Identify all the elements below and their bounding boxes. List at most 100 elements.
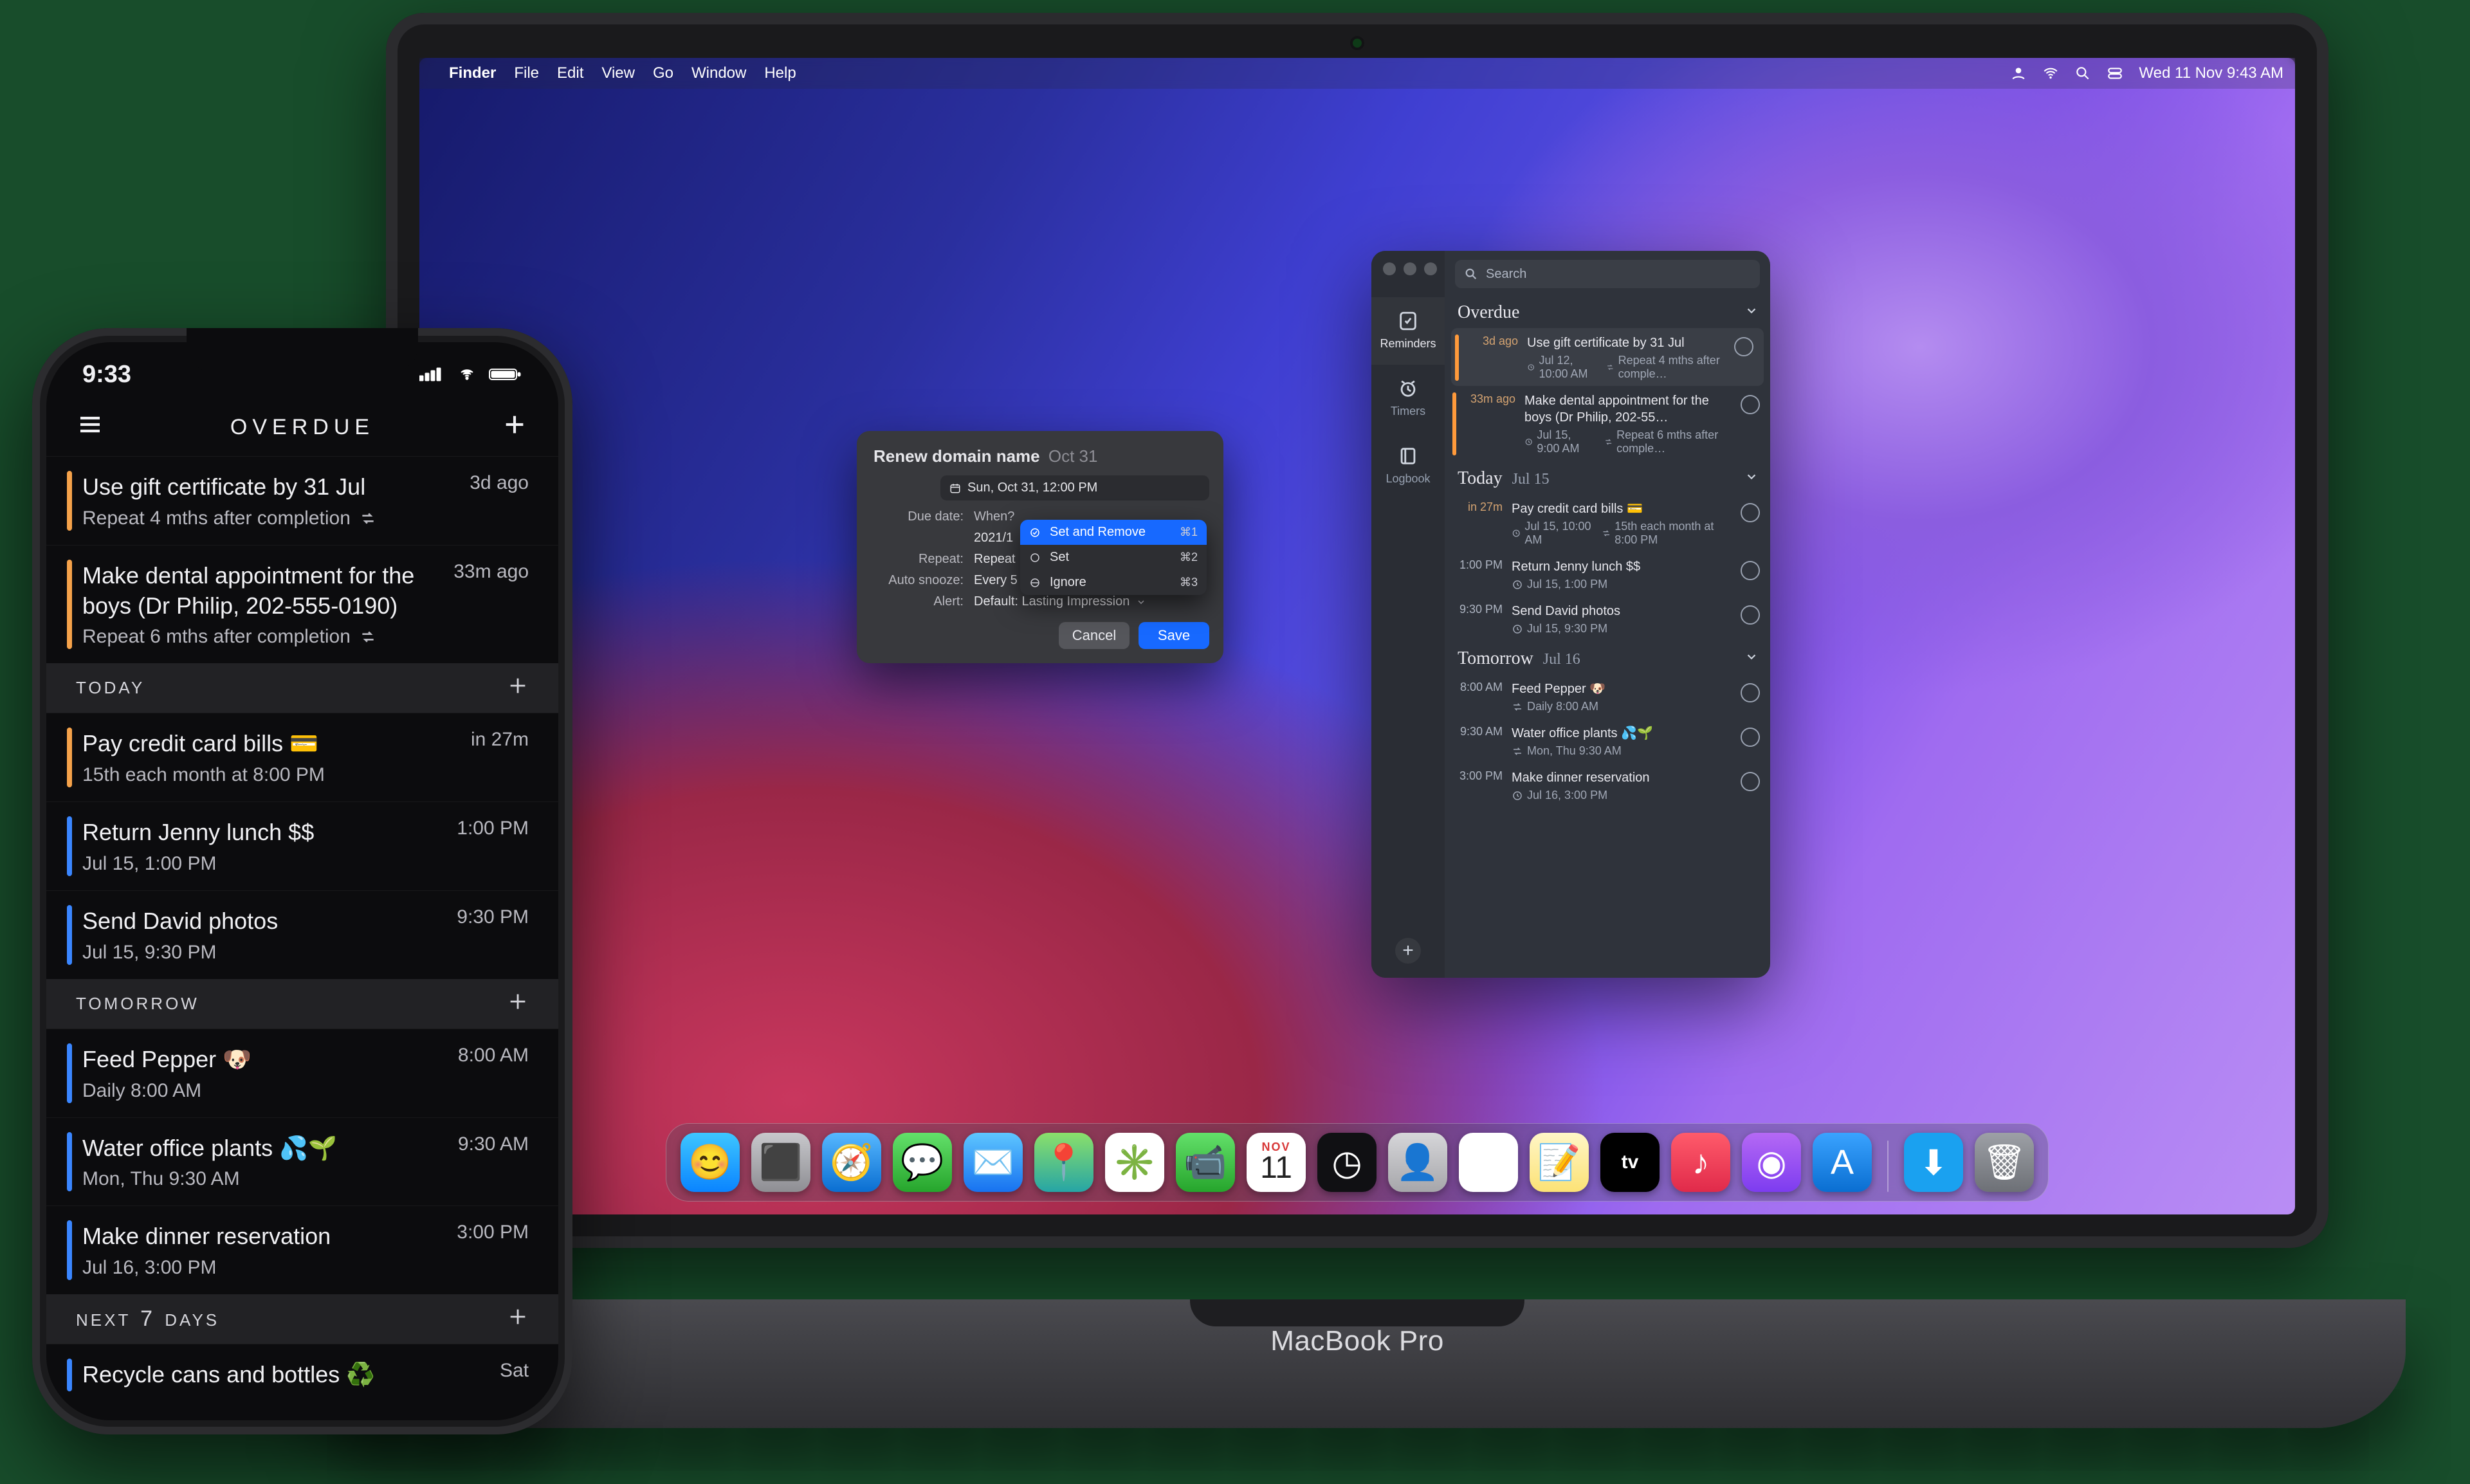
- reminder-item[interactable]: Make dinner reservation 3:00 PM Jul 16, …: [46, 1205, 558, 1294]
- complete-ring[interactable]: [1741, 772, 1760, 791]
- chevron-down-icon[interactable]: [1744, 648, 1759, 669]
- reminders-list[interactable]: Use gift certificate by 31 Jul 3d ago Re…: [46, 456, 558, 1420]
- sidebar-tab-reminders[interactable]: Reminders: [1371, 297, 1445, 365]
- reminder-item[interactable]: Return Jenny lunch $$ 1:00 PM Jul 15, 1:…: [46, 802, 558, 890]
- macos-desktop[interactable]: Finder File Edit View Go Window Help Wed…: [419, 58, 2295, 1214]
- reminder-row[interactable]: in 27m Pay credit card bills 💳 Jul 15, 1…: [1445, 494, 1770, 552]
- section-header[interactable]: Today Jul 15: [1445, 461, 1770, 494]
- dock-app-due[interactable]: ◷: [1317, 1133, 1377, 1192]
- reminder-item[interactable]: Make dental appointment for the boys (Dr…: [46, 545, 558, 664]
- reminder-item[interactable]: Recycle cans and bottles ♻️ Sat: [46, 1344, 558, 1406]
- dock-app-music[interactable]: ♪: [1671, 1133, 1730, 1192]
- chevron-down-icon[interactable]: [1744, 468, 1759, 489]
- macbook-frame: Finder File Edit View Go Window Help Wed…: [309, 13, 2406, 1428]
- priority-bar: [67, 471, 72, 531]
- hamburger-menu-icon[interactable]: [77, 412, 103, 443]
- reminder-row[interactable]: 3d ago Use gift certificate by 31 Jul Ju…: [1451, 328, 1764, 386]
- dock-app-maps[interactable]: 📍: [1034, 1133, 1093, 1192]
- item-subtitle: Daily 8:00 AM: [82, 1080, 529, 1102]
- item-title: Feed Pepper 🐶: [82, 1045, 252, 1075]
- save-button[interactable]: Save: [1139, 622, 1209, 649]
- action-menu-item[interactable]: Ignore ⌘3: [1020, 570, 1207, 595]
- macbook-hinge-notch: [1190, 1299, 1524, 1326]
- menubar-item-go[interactable]: Go: [653, 64, 673, 82]
- dialog-date-hint[interactable]: Oct 31: [1048, 446, 1098, 466]
- menubar-item-file[interactable]: File: [514, 64, 539, 82]
- add-button[interactable]: +: [1395, 938, 1421, 964]
- item-subtitle: Repeat 6 mths after completion: [82, 626, 529, 648]
- dock-app-finder[interactable]: 😊: [681, 1133, 740, 1192]
- repeat-icon: [1606, 362, 1615, 373]
- value-alert[interactable]: Default: Lasting Impression: [974, 594, 1207, 609]
- chevron-down-icon[interactable]: [1744, 302, 1759, 323]
- reminder-item[interactable]: Use gift certificate by 31 Jul 3d ago Re…: [46, 456, 558, 545]
- dock-app-contacts[interactable]: 👤: [1388, 1133, 1447, 1192]
- dock-app-launchpad[interactable]: ⬛: [751, 1133, 810, 1192]
- zoom-dot-icon[interactable]: [1424, 262, 1437, 275]
- complete-ring[interactable]: [1741, 605, 1760, 625]
- section-header[interactable]: Overdue: [1445, 295, 1770, 328]
- dock-app-appletv[interactable]: tv: [1600, 1133, 1660, 1192]
- complete-ring[interactable]: [1741, 561, 1760, 580]
- action-menu-item[interactable]: Set and Remove ⌘1: [1020, 520, 1207, 545]
- user-switch-icon[interactable]: [2010, 65, 2027, 82]
- add-reminder-icon[interactable]: [502, 412, 527, 443]
- dock-app-facetime[interactable]: 📹: [1176, 1133, 1235, 1192]
- reminder-item[interactable]: Feed Pepper 🐶 8:00 AM Daily 8:00 AM: [46, 1029, 558, 1117]
- spotlight-icon[interactable]: [2074, 65, 2091, 82]
- dialog-title[interactable]: Renew domain name: [874, 446, 1040, 466]
- menubar-item-view[interactable]: View: [601, 64, 635, 82]
- dock-app-notes[interactable]: 📝: [1530, 1133, 1589, 1192]
- complete-ring[interactable]: [1734, 337, 1753, 356]
- menubar-app-name[interactable]: Finder: [449, 64, 496, 82]
- dock-app-calendar[interactable]: NOV11: [1247, 1133, 1306, 1192]
- reminder-row[interactable]: 9:30 PM Send David photos Jul 15, 9:30 P…: [1445, 596, 1770, 641]
- reminder-row[interactable]: 9:30 AM Water office plants 💦🌱 Mon, Thu …: [1445, 719, 1770, 763]
- reminder-row[interactable]: 8:00 AM Feed Pepper 🐶 Daily 8:00 AM: [1445, 674, 1770, 719]
- item-subtitle: Repeat 4 mths after completion: [82, 508, 529, 529]
- complete-ring[interactable]: [1741, 395, 1760, 414]
- row-title: Make dinner reservation: [1512, 769, 1732, 786]
- add-in-section-icon[interactable]: [507, 1306, 529, 1332]
- item-subtitle: Jul 15, 9:30 PM: [82, 942, 529, 964]
- menubar-item-help[interactable]: Help: [764, 64, 796, 82]
- window-traffic-lights[interactable]: [1383, 262, 1437, 275]
- dock-app-trash[interactable]: 🗑: [1975, 1133, 2034, 1192]
- control-center-icon[interactable]: [2107, 65, 2123, 82]
- iphone-screen[interactable]: 9:33 OVERDUE Use gift certificate by 31 …: [46, 342, 558, 1420]
- sidebar-tab-timers[interactable]: Timers: [1371, 365, 1445, 432]
- dock-app-mail[interactable]: ✉️: [964, 1133, 1023, 1192]
- action-menu-item[interactable]: Set ⌘2: [1020, 545, 1207, 570]
- add-in-section-icon[interactable]: [507, 675, 529, 701]
- complete-ring[interactable]: [1741, 728, 1760, 747]
- dock-app-photos[interactable]: ✳️: [1105, 1133, 1164, 1192]
- wifi-icon[interactable]: [2042, 65, 2059, 82]
- reminder-item[interactable]: Water office plants 💦🌱 9:30 AM Mon, Thu …: [46, 1117, 558, 1206]
- add-in-section-icon[interactable]: [507, 991, 529, 1017]
- reminder-row[interactable]: 33m ago Make dental appointment for the …: [1445, 386, 1770, 461]
- close-dot-icon[interactable]: [1383, 262, 1396, 275]
- reminder-row[interactable]: 1:00 PM Return Jenny lunch $$ Jul 15, 1:…: [1445, 552, 1770, 596]
- complete-ring[interactable]: [1741, 503, 1760, 522]
- row-title: Water office plants 💦🌱: [1512, 725, 1732, 742]
- menubar-clock[interactable]: Wed 11 Nov 9:43 AM: [2139, 64, 2283, 82]
- dock-app-messages[interactable]: 💬: [893, 1133, 952, 1192]
- complete-ring[interactable]: [1741, 683, 1760, 702]
- dock-app-reminders[interactable]: ✔︎: [1459, 1133, 1518, 1192]
- minimize-dot-icon[interactable]: [1404, 262, 1416, 275]
- menubar-item-window[interactable]: Window: [691, 64, 746, 82]
- reminder-row[interactable]: 3:00 PM Make dinner reservation Jul 16, …: [1445, 763, 1770, 807]
- label-snooze: Auto snooze:: [874, 573, 964, 588]
- dock-app-appstore[interactable]: A: [1813, 1133, 1872, 1192]
- cancel-button[interactable]: Cancel: [1059, 622, 1130, 649]
- reminder-item[interactable]: Pay credit card bills 💳 in 27m 15th each…: [46, 713, 558, 802]
- dock-app-downloads[interactable]: ⬇︎: [1904, 1133, 1963, 1192]
- section-header[interactable]: Tomorrow Jul 16: [1445, 641, 1770, 674]
- reminder-item[interactable]: Send David photos 9:30 PM Jul 15, 9:30 P…: [46, 890, 558, 979]
- set-icon: [1029, 552, 1041, 563]
- dock-app-podcasts[interactable]: ◉: [1742, 1133, 1801, 1192]
- dock-app-safari[interactable]: 🧭: [822, 1133, 881, 1192]
- menubar-item-edit[interactable]: Edit: [557, 64, 583, 82]
- search-field[interactable]: Search: [1455, 260, 1760, 288]
- sidebar-tab-logbook[interactable]: Logbook: [1371, 432, 1445, 500]
